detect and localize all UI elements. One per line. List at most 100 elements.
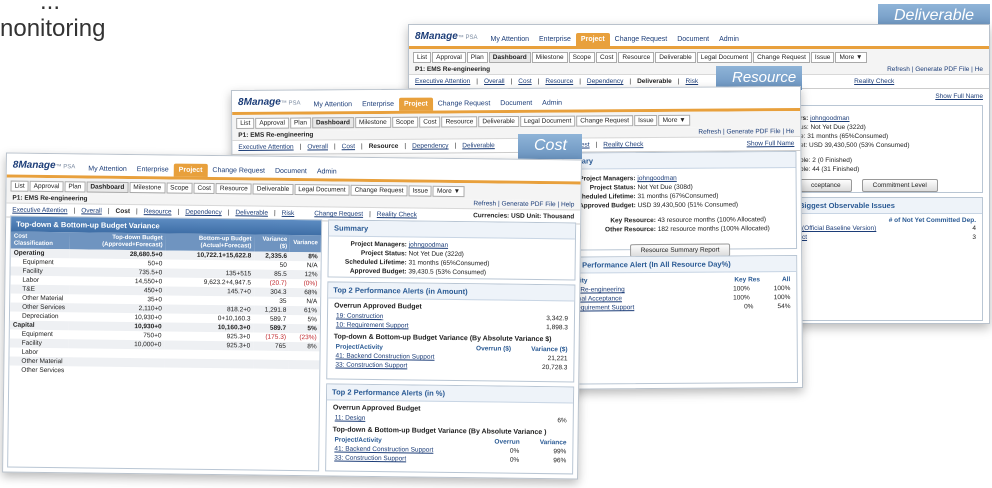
view-resource[interactable]: Resource [545,78,573,85]
tab-more[interactable]: More ▼ [658,114,690,127]
tab-scope[interactable]: Scope [166,182,193,194]
tab-dashboard[interactable]: Dashboard [311,117,354,129]
view-dependency[interactable]: Dependency [587,78,624,85]
tab-resource[interactable]: Resource [215,183,252,195]
tab-plan[interactable]: Plan [466,52,488,63]
pm-link[interactable]: johngoodman [810,115,849,122]
view-deliverable[interactable]: Deliverable [637,78,672,85]
tab-resource[interactable]: Resource [441,116,478,128]
show-full-name-link[interactable]: Show Full Name [747,140,795,147]
variance-row-name[interactable]: 33: Construction Support [334,455,406,463]
view-deliverable[interactable]: Deliverable [235,209,268,216]
nav-document[interactable]: Document [270,165,312,179]
tab-list[interactable]: List [236,117,255,129]
refresh-link[interactable]: Refresh [698,129,721,136]
nav-change-request[interactable]: Change Request [207,164,270,178]
view-exec[interactable]: Executive Attention [238,144,293,151]
view-risk[interactable]: Risk [686,78,699,85]
tab-deliverable[interactable]: Deliverable [478,115,519,128]
overrun-row-name[interactable]: 19: Construction [336,313,383,321]
nav-enterprise[interactable]: Enterprise [357,98,399,111]
tab-list[interactable]: List [10,180,29,192]
tab-more[interactable]: More ▼ [432,185,465,198]
tab-more[interactable]: More ▼ [835,52,867,63]
overrun-row-name[interactable]: 11: Design [335,415,366,422]
tab-legal-document[interactable]: Legal Document [696,52,753,63]
variance-row-name[interactable]: 41: Backend Construction Support [334,446,433,454]
tab-approval[interactable]: Approval [255,117,290,129]
view-overall[interactable]: Overall [81,207,102,214]
view-reality[interactable]: Reality Check [603,141,643,148]
tab-cost[interactable]: Cost [596,52,618,63]
tab-issue[interactable]: Issue [810,52,835,63]
tab-issue[interactable]: Issue [408,185,433,197]
view-cost[interactable]: Cost [518,78,531,85]
tab-legal-document[interactable]: Legal Document [519,115,576,127]
refresh-link[interactable]: Refresh [473,200,496,207]
view-reality[interactable]: Reality Check [377,211,417,218]
nav-project[interactable]: Project [398,97,433,111]
tab-plan[interactable]: Plan [64,181,86,193]
tab-change-request[interactable]: Change Request [350,184,408,197]
nav-project[interactable]: Project [575,33,610,46]
tab-cost[interactable]: Cost [193,182,216,195]
nav-project[interactable]: Project [173,163,208,177]
view-reality[interactable]: Reality Check [854,78,894,85]
view-deliverable[interactable]: Deliverable [462,142,495,149]
pm-link[interactable]: johngoodman [409,241,448,248]
nav-admin[interactable]: Admin [714,33,744,46]
pdf-link[interactable]: Generate PDF File [501,201,555,209]
refresh-link[interactable]: Refresh [887,66,910,73]
tab-legal-document[interactable]: Legal Document [294,184,350,196]
show-full-name-link[interactable]: Show Full Name [935,93,983,100]
help-link[interactable]: He [975,66,983,73]
tab-dashboard[interactable]: Dashboard [86,181,129,193]
nav-admin[interactable]: Admin [312,165,342,178]
pdf-link[interactable]: Generate PDF File [915,66,969,73]
tab-milestone[interactable]: Milestone [129,182,166,194]
tab-scope[interactable]: Scope [568,52,596,63]
view-resource[interactable]: Resource [144,208,172,215]
tab-approval[interactable]: Approval [432,52,466,63]
tab-change-request[interactable]: Change Request [753,52,810,63]
help-link[interactable]: He [786,128,794,135]
tab-list[interactable]: List [413,52,432,63]
help-link[interactable]: Help [561,201,574,208]
tab-resource[interactable]: Resource [618,52,655,63]
nav-change-request[interactable]: Change Request [610,33,673,46]
nav-admin[interactable]: Admin [537,97,567,110]
view-overall[interactable]: Overall [307,143,328,150]
resource-row-name[interactable]: Requirement Support [572,304,634,311]
tab-cost[interactable]: Cost [419,116,441,128]
nav-enterprise[interactable]: Enterprise [534,33,576,46]
pm-link[interactable]: johngoodman [637,175,676,182]
view-cost[interactable]: Cost [342,143,355,150]
view-exec[interactable]: Executive Attention [12,207,67,215]
issue-row-name[interactable]: (Official Baseline Version) [802,225,876,232]
view-risk[interactable]: Risk [282,210,295,217]
tab-scope[interactable]: Scope [391,116,419,128]
tab-issue[interactable]: Issue [634,115,658,127]
tab-approval[interactable]: Approval [29,180,64,193]
view-dependency[interactable]: Dependency [412,142,449,149]
nav-document[interactable]: Document [495,97,537,110]
view-overall[interactable]: Overall [484,78,505,85]
tab-change-request[interactable]: Change Request [576,115,634,127]
nav-my-attention[interactable]: My Attention [485,33,534,46]
nav-enterprise[interactable]: Enterprise [132,163,174,177]
overrun-row-name[interactable]: 10: Requirement Support [336,322,409,330]
variance-row-name[interactable]: 41: Backend Construction Support [335,353,434,361]
tab-milestone[interactable]: Milestone [531,52,568,63]
view-resource[interactable]: Resource [369,143,399,150]
nav-change-request[interactable]: Change Request [433,97,496,110]
nav-document[interactable]: Document [672,33,714,46]
view-cost[interactable]: Cost [116,208,131,215]
tab-dashboard[interactable]: Dashboard [488,52,531,63]
view-change[interactable]: Change Request [314,210,363,218]
nav-my-attention[interactable]: My Attention [308,98,357,111]
view-exec[interactable]: Executive Attention [415,78,470,85]
tab-plan[interactable]: Plan [289,117,312,129]
pdf-link[interactable]: Generate PDF File [726,128,780,135]
acceptance-button[interactable]: cceptance [800,179,852,192]
view-dependency[interactable]: Dependency [185,209,222,216]
